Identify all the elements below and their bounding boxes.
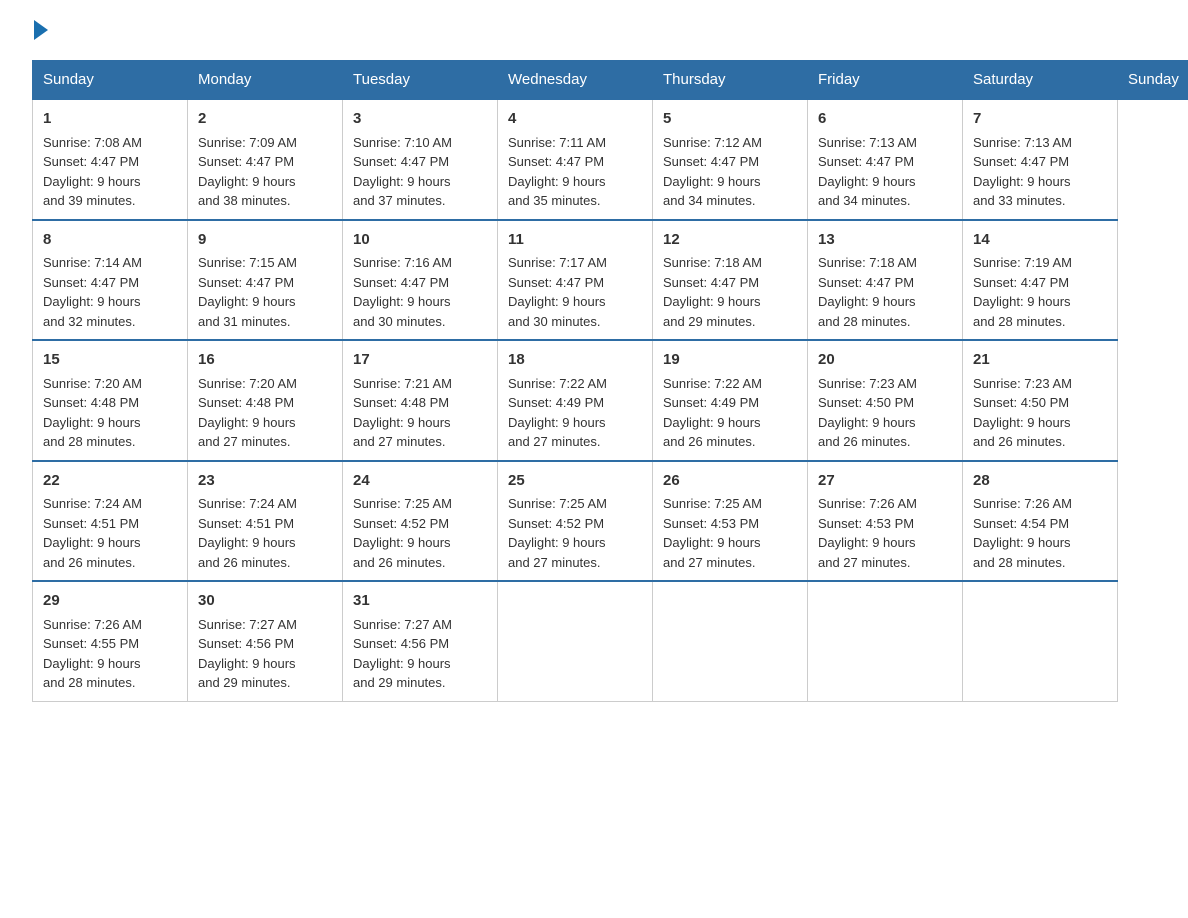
calendar-cell: 14Sunrise: 7:19 AMSunset: 4:47 PMDayligh… xyxy=(963,220,1118,341)
calendar-cell: 19Sunrise: 7:22 AMSunset: 4:49 PMDayligh… xyxy=(653,340,808,461)
day-number: 13 xyxy=(818,229,952,252)
day-number: 10 xyxy=(353,229,487,252)
calendar-cell: 8Sunrise: 7:14 AMSunset: 4:47 PMDaylight… xyxy=(33,220,188,341)
calendar-cell: 15Sunrise: 7:20 AMSunset: 4:48 PMDayligh… xyxy=(33,340,188,461)
calendar-cell: 22Sunrise: 7:24 AMSunset: 4:51 PMDayligh… xyxy=(33,461,188,582)
calendar-cell: 23Sunrise: 7:24 AMSunset: 4:51 PMDayligh… xyxy=(188,461,343,582)
day-number: 23 xyxy=(198,470,332,493)
calendar-cell: 18Sunrise: 7:22 AMSunset: 4:49 PMDayligh… xyxy=(498,340,653,461)
day-number: 11 xyxy=(508,229,642,252)
calendar-cell: 12Sunrise: 7:18 AMSunset: 4:47 PMDayligh… xyxy=(653,220,808,341)
day-number: 28 xyxy=(973,470,1107,493)
day-number: 22 xyxy=(43,470,177,493)
calendar-cell: 11Sunrise: 7:17 AMSunset: 4:47 PMDayligh… xyxy=(498,220,653,341)
calendar-cell xyxy=(653,581,808,701)
calendar-cell: 4Sunrise: 7:11 AMSunset: 4:47 PMDaylight… xyxy=(498,99,653,220)
calendar-week-row: 29Sunrise: 7:26 AMSunset: 4:55 PMDayligh… xyxy=(33,581,1188,701)
calendar-week-row: 1Sunrise: 7:08 AMSunset: 4:47 PMDaylight… xyxy=(33,99,1188,220)
day-number: 16 xyxy=(198,349,332,372)
calendar-cell: 6Sunrise: 7:13 AMSunset: 4:47 PMDaylight… xyxy=(808,99,963,220)
calendar-cell: 25Sunrise: 7:25 AMSunset: 4:52 PMDayligh… xyxy=(498,461,653,582)
calendar-cell: 13Sunrise: 7:18 AMSunset: 4:47 PMDayligh… xyxy=(808,220,963,341)
day-number: 2 xyxy=(198,108,332,131)
calendar-cell xyxy=(498,581,653,701)
col-header-tuesday: Tuesday xyxy=(343,61,498,100)
calendar-cell: 9Sunrise: 7:15 AMSunset: 4:47 PMDaylight… xyxy=(188,220,343,341)
col-header-sunday: Sunday xyxy=(1118,61,1188,100)
day-number: 31 xyxy=(353,590,487,613)
calendar-cell: 24Sunrise: 7:25 AMSunset: 4:52 PMDayligh… xyxy=(343,461,498,582)
day-number: 25 xyxy=(508,470,642,493)
col-header-friday: Friday xyxy=(808,61,963,100)
calendar-cell: 1Sunrise: 7:08 AMSunset: 4:47 PMDaylight… xyxy=(33,99,188,220)
calendar-cell: 3Sunrise: 7:10 AMSunset: 4:47 PMDaylight… xyxy=(343,99,498,220)
col-header-monday: Monday xyxy=(188,61,343,100)
calendar-table: SundayMondayTuesdayWednesdayThursdayFrid… xyxy=(32,60,1188,702)
day-number: 21 xyxy=(973,349,1107,372)
day-number: 1 xyxy=(43,108,177,131)
day-number: 8 xyxy=(43,229,177,252)
day-number: 6 xyxy=(818,108,952,131)
col-header-sunday: Sunday xyxy=(33,61,188,100)
day-number: 27 xyxy=(818,470,952,493)
calendar-cell: 10Sunrise: 7:16 AMSunset: 4:47 PMDayligh… xyxy=(343,220,498,341)
calendar-week-row: 22Sunrise: 7:24 AMSunset: 4:51 PMDayligh… xyxy=(33,461,1188,582)
calendar-cell: 5Sunrise: 7:12 AMSunset: 4:47 PMDaylight… xyxy=(653,99,808,220)
calendar-cell: 16Sunrise: 7:20 AMSunset: 4:48 PMDayligh… xyxy=(188,340,343,461)
day-number: 29 xyxy=(43,590,177,613)
logo-arrow-icon xyxy=(34,20,48,40)
calendar-cell: 31Sunrise: 7:27 AMSunset: 4:56 PMDayligh… xyxy=(343,581,498,701)
col-header-thursday: Thursday xyxy=(653,61,808,100)
day-number: 18 xyxy=(508,349,642,372)
day-number: 17 xyxy=(353,349,487,372)
calendar-week-row: 8Sunrise: 7:14 AMSunset: 4:47 PMDaylight… xyxy=(33,220,1188,341)
calendar-cell: 2Sunrise: 7:09 AMSunset: 4:47 PMDaylight… xyxy=(188,99,343,220)
calendar-cell: 17Sunrise: 7:21 AMSunset: 4:48 PMDayligh… xyxy=(343,340,498,461)
calendar-cell: 29Sunrise: 7:26 AMSunset: 4:55 PMDayligh… xyxy=(33,581,188,701)
calendar-cell: 21Sunrise: 7:23 AMSunset: 4:50 PMDayligh… xyxy=(963,340,1118,461)
day-number: 30 xyxy=(198,590,332,613)
calendar-cell: 7Sunrise: 7:13 AMSunset: 4:47 PMDaylight… xyxy=(963,99,1118,220)
col-header-saturday: Saturday xyxy=(963,61,1118,100)
calendar-week-row: 15Sunrise: 7:20 AMSunset: 4:48 PMDayligh… xyxy=(33,340,1188,461)
calendar-header-row: SundayMondayTuesdayWednesdayThursdayFrid… xyxy=(33,61,1188,100)
day-number: 4 xyxy=(508,108,642,131)
col-header-wednesday: Wednesday xyxy=(498,61,653,100)
calendar-cell xyxy=(808,581,963,701)
calendar-cell: 26Sunrise: 7:25 AMSunset: 4:53 PMDayligh… xyxy=(653,461,808,582)
day-number: 26 xyxy=(663,470,797,493)
logo xyxy=(32,24,48,40)
day-number: 7 xyxy=(973,108,1107,131)
day-number: 24 xyxy=(353,470,487,493)
calendar-cell: 28Sunrise: 7:26 AMSunset: 4:54 PMDayligh… xyxy=(963,461,1118,582)
day-number: 5 xyxy=(663,108,797,131)
day-number: 3 xyxy=(353,108,487,131)
calendar-cell xyxy=(963,581,1118,701)
day-number: 19 xyxy=(663,349,797,372)
calendar-cell: 20Sunrise: 7:23 AMSunset: 4:50 PMDayligh… xyxy=(808,340,963,461)
day-number: 20 xyxy=(818,349,952,372)
day-number: 15 xyxy=(43,349,177,372)
calendar-cell: 27Sunrise: 7:26 AMSunset: 4:53 PMDayligh… xyxy=(808,461,963,582)
day-number: 14 xyxy=(973,229,1107,252)
day-number: 12 xyxy=(663,229,797,252)
page-header xyxy=(32,24,1156,40)
day-number: 9 xyxy=(198,229,332,252)
calendar-cell: 30Sunrise: 7:27 AMSunset: 4:56 PMDayligh… xyxy=(188,581,343,701)
